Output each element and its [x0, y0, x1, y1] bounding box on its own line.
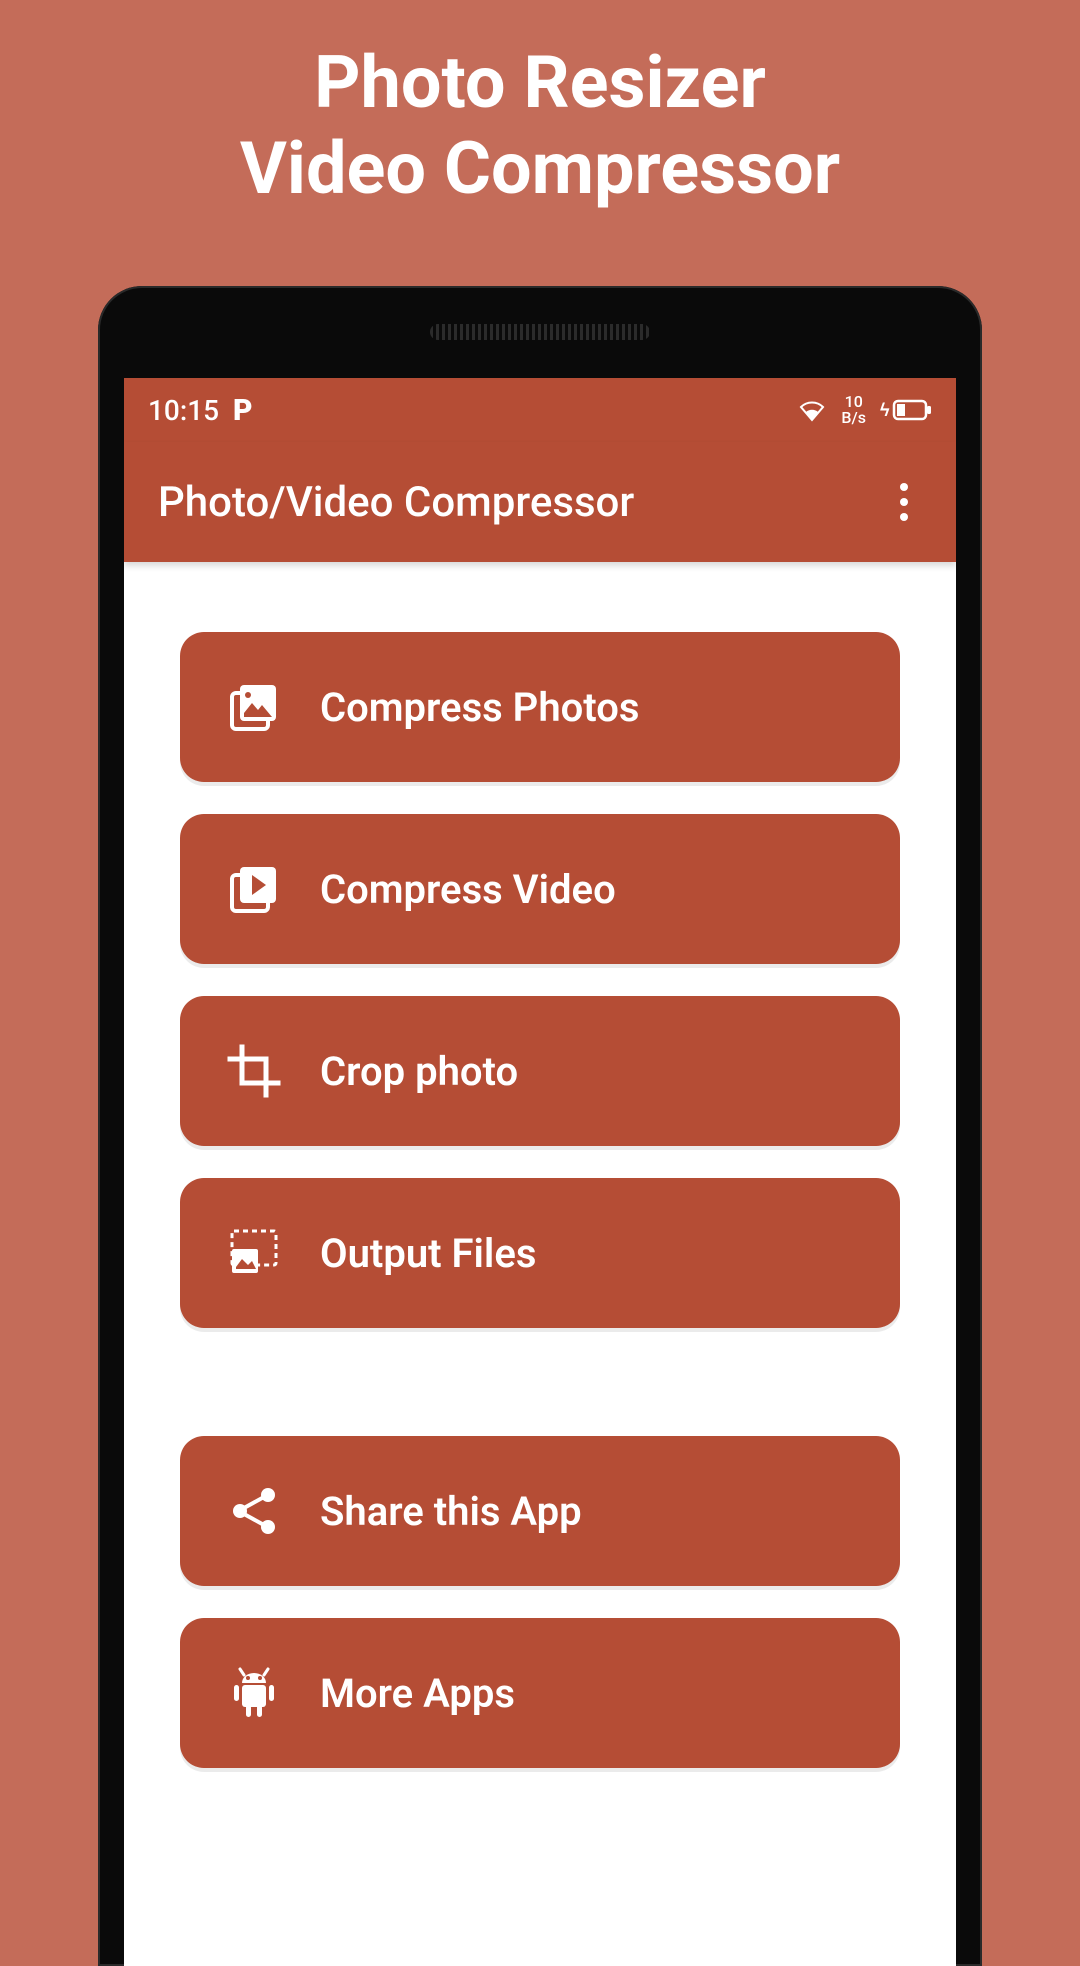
more-apps-button[interactable]: More Apps — [180, 1618, 900, 1768]
phone-speaker — [430, 324, 650, 340]
phone-frame: 10:15 P 10 B/s ϟ — [98, 286, 982, 1966]
compress-video-button[interactable]: Compress Video — [180, 814, 900, 964]
main-menu: Compress Photos Compress Video — [124, 562, 956, 1768]
compress-photos-button[interactable]: Compress Photos — [180, 632, 900, 782]
marketing-headline: Photo Resizer Video Compressor — [0, 0, 1080, 213]
menu-item-label: Output Files — [320, 1230, 536, 1277]
headline-line-2: Video Compressor — [0, 126, 1080, 212]
kebab-dot-icon — [900, 483, 908, 491]
share-icon — [222, 1479, 286, 1543]
kebab-dot-icon — [900, 498, 908, 506]
kebab-dot-icon — [900, 513, 908, 521]
overflow-menu-button[interactable] — [882, 480, 926, 524]
share-app-button[interactable]: Share this App — [180, 1436, 900, 1586]
headline-line-1: Photo Resizer — [0, 40, 1080, 126]
network-speed-unit: B/s — [841, 410, 866, 426]
status-time: 10:15 — [148, 394, 219, 427]
android-p-icon: P — [233, 393, 251, 428]
crop-photo-button[interactable]: Crop photo — [180, 996, 900, 1146]
phone-screen: 10:15 P 10 B/s ϟ — [124, 378, 956, 1966]
menu-item-label: Share this App — [320, 1488, 582, 1535]
crop-icon — [222, 1039, 286, 1103]
status-left: 10:15 P — [148, 393, 251, 428]
menu-item-label: More Apps — [320, 1670, 515, 1717]
menu-item-label: Compress Video — [320, 866, 616, 913]
menu-item-label: Compress Photos — [320, 684, 639, 731]
app-title: Photo/Video Compressor — [158, 478, 882, 527]
wifi-icon — [797, 398, 827, 422]
menu-group-separator — [180, 1360, 900, 1404]
status-right: 10 B/s ϟ — [797, 394, 932, 426]
svg-text:ϟ: ϟ — [880, 400, 890, 421]
app-bar: Photo/Video Compressor — [124, 442, 956, 562]
network-speed-indicator: 10 B/s — [841, 394, 866, 426]
output-files-button[interactable]: Output Files — [180, 1178, 900, 1328]
output-files-icon — [222, 1221, 286, 1285]
menu-item-label: Crop photo — [320, 1048, 518, 1095]
video-stack-icon — [222, 857, 286, 921]
battery-charging-icon: ϟ — [880, 398, 932, 422]
status-bar: 10:15 P 10 B/s ϟ — [124, 378, 956, 442]
photos-stack-icon — [222, 675, 286, 739]
android-icon — [222, 1661, 286, 1725]
